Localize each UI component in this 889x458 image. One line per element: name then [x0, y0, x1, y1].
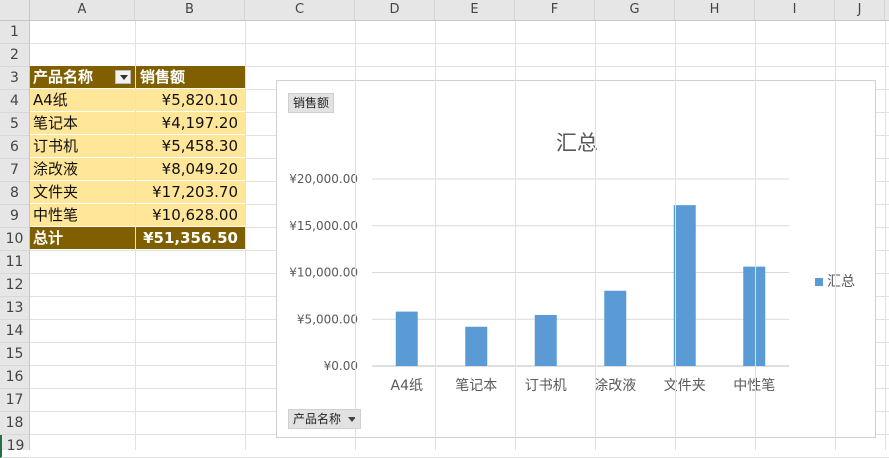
column-header-f[interactable]: F: [515, 0, 595, 20]
select-all-corner[interactable]: [0, 0, 30, 21]
pivot-row[interactable]: A4纸 ¥5,820.10: [30, 89, 246, 112]
gridline-vertical: [885, 21, 886, 450]
row-header-17[interactable]: 17: [0, 389, 29, 412]
column-header-j[interactable]: J: [835, 0, 885, 20]
bar[interactable]: [395, 311, 418, 366]
product-name: 订书机: [33, 137, 79, 155]
pivot-row[interactable]: 中性笔 ¥10,628.00: [30, 204, 246, 227]
column-header-a[interactable]: A: [30, 0, 135, 20]
row-header-1[interactable]: 1: [0, 21, 29, 44]
pivot-chart[interactable]: 销售额 汇总 ¥0.00 ¥5,000.00 ¥10,000.00 ¥15,000.0…: [276, 80, 876, 438]
y-tick-label: ¥15,000.00: [289, 219, 358, 233]
row-header-10[interactable]: 10: [0, 228, 29, 251]
column-headers: ABCDEFGHIJ: [30, 0, 889, 21]
gridline-vertical: [135, 21, 136, 450]
row-header-14[interactable]: 14: [0, 320, 29, 343]
x-tick-label: 笔记本: [455, 378, 497, 394]
total-label: 总计: [33, 229, 64, 247]
axis-field-label: 产品名称: [293, 412, 342, 426]
y-tick-label: ¥10,000.00: [289, 266, 358, 280]
row-header-13[interactable]: 13: [0, 297, 29, 320]
row-header-12[interactable]: 12: [0, 274, 29, 297]
filter-dropdown-icon[interactable]: [115, 70, 131, 84]
pivot-row[interactable]: 订书机 ¥5,458.30: [30, 135, 246, 158]
x-tick-label: 文件夹: [664, 378, 706, 394]
column-header-h[interactable]: H: [675, 0, 755, 20]
gridline-vertical: [515, 21, 516, 450]
bar[interactable]: [534, 314, 557, 366]
bar[interactable]: [673, 205, 696, 366]
column-header-g[interactable]: G: [595, 0, 675, 20]
gridline-vertical: [755, 21, 756, 450]
row-header-15[interactable]: 15: [0, 343, 29, 366]
pivot-row[interactable]: 笔记本 ¥4,197.20: [30, 112, 246, 135]
row-header-18[interactable]: 18: [0, 412, 29, 435]
y-tick-label: ¥20,000.00: [289, 172, 358, 186]
row-labels-header: 产品名称: [33, 68, 94, 86]
chart-plot: ¥0.00 ¥5,000.00 ¥10,000.00 ¥15,000.00 ¥20,00…: [289, 172, 789, 394]
legend-swatch-icon: [815, 278, 823, 286]
product-name: A4纸: [33, 91, 68, 109]
bar[interactable]: [465, 326, 488, 366]
row-header-8[interactable]: 8: [0, 182, 29, 205]
column-header-e[interactable]: E: [435, 0, 515, 20]
sales-value: ¥5,820.10: [161, 91, 238, 109]
pivot-total-row: 总计 ¥51,356.50: [30, 227, 246, 250]
gridline-vertical: [675, 21, 676, 450]
row-header-7[interactable]: 7: [0, 159, 29, 182]
row-headers: 1 2 3 4 5 6 7 8 9 10 11 12 13 14 15 16 17 18 19: [0, 21, 30, 458]
x-tick-label: A4纸: [391, 378, 423, 394]
column-header-d[interactable]: D: [355, 0, 435, 20]
y-tick-label: ¥0.00: [324, 359, 358, 373]
row-header-19[interactable]: 19: [0, 435, 29, 458]
column-header-b[interactable]: B: [135, 0, 245, 20]
gridline-horizontal: [30, 43, 889, 44]
bar[interactable]: [604, 290, 627, 366]
row-header-5[interactable]: 5: [0, 113, 29, 136]
row-header-9[interactable]: 9: [0, 205, 29, 228]
axis-field-button[interactable]: 产品名称: [288, 409, 362, 429]
row-header-6[interactable]: 6: [0, 136, 29, 159]
row-header-16[interactable]: 16: [0, 366, 29, 389]
row-header-3[interactable]: 3: [0, 67, 29, 90]
sales-value: ¥5,458.30: [161, 137, 238, 155]
product-name: 涂改液: [33, 160, 79, 178]
gridline-vertical: [435, 21, 436, 450]
row-header-11[interactable]: 11: [0, 251, 29, 274]
total-value: ¥51,356.50: [143, 229, 238, 247]
x-tick-label: 订书机: [525, 378, 567, 394]
y-tick-label: ¥5,000.00: [297, 312, 358, 326]
product-name: 笔记本: [33, 114, 79, 132]
column-header-i[interactable]: I: [755, 0, 835, 20]
sales-value: ¥8,049.20: [161, 160, 238, 178]
gridline-vertical: [595, 21, 596, 450]
sales-value: ¥10,628.00: [152, 206, 238, 224]
column-header-c[interactable]: C: [245, 0, 355, 20]
row-header-4[interactable]: 4: [0, 90, 29, 113]
pivot-row[interactable]: 文件夹 ¥17,203.70: [30, 181, 246, 204]
product-name: 中性笔: [33, 206, 79, 224]
legend-label: 汇总: [827, 274, 855, 290]
sales-value: ¥17,203.70: [152, 183, 238, 201]
gridline-vertical: [245, 21, 246, 450]
gridline-vertical: [355, 21, 356, 450]
product-name: 文件夹: [33, 183, 79, 201]
pivot-header-row: 产品名称 销售额: [30, 66, 246, 89]
pivot-row[interactable]: 涂改液 ¥8,049.20: [30, 158, 246, 181]
row-header-2[interactable]: 2: [0, 44, 29, 67]
pivot-table: 产品名称 销售额 A4纸 ¥5,820.10 笔记本 ¥4,197.20 订书机 ¥5,4…: [30, 66, 246, 250]
gridline-vertical: [835, 21, 836, 450]
x-tick-label: 涂改液: [594, 378, 636, 394]
sales-value: ¥4,197.20: [161, 114, 238, 132]
values-header: 销售额: [140, 68, 186, 86]
